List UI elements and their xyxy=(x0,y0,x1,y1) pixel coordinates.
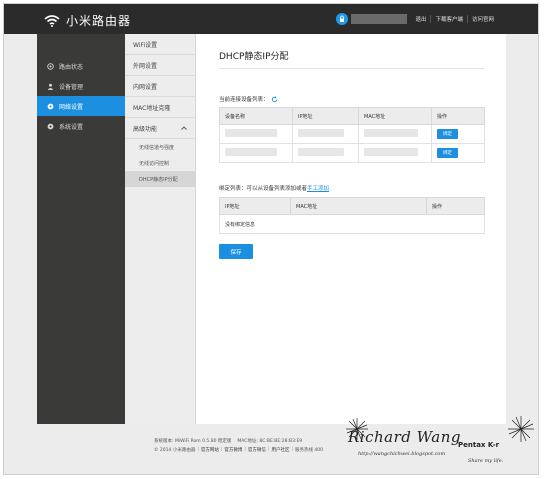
mac-address: MAC地址: 8C:BE:BE:28:B3:E9 xyxy=(237,438,303,444)
service-hotline: 服务热线 400 xyxy=(294,447,324,453)
submenu-item-mac-clone[interactable]: MAC地址克隆 xyxy=(125,97,195,118)
table-row: 绑定 xyxy=(219,143,485,163)
main-content: DHCP静态IP分配 当前连接设备列表： 设备名称 IP地址 MAC地址 操作 xyxy=(196,34,506,424)
connected-devices-label: 当前连接设备列表： xyxy=(219,95,278,103)
browser-viewport: 小米路由器 退出 下载客户端 访问官网 路由状态 设备管理 网络设置 系统设置 … xyxy=(3,3,539,475)
user-area: 退出 下载客户端 访问官网 xyxy=(336,13,498,25)
router-logo[interactable]: 小米路由器 xyxy=(44,12,131,29)
column-header-action: 操作 xyxy=(426,197,485,215)
device-name-redacted xyxy=(219,143,293,163)
manual-add-link[interactable]: 手工添加 xyxy=(307,184,329,192)
column-header-ip: IP地址 xyxy=(219,197,291,215)
empty-bound-message: 没有绑定信息 xyxy=(219,214,485,234)
photographer-watermark: Richard Wang http://wangchichwei.blogspo… xyxy=(340,414,538,474)
sidebar-item-router-status[interactable]: 路由状态 xyxy=(37,56,125,76)
submenu-item-wireless-access-control[interactable]: 无线访问控制 xyxy=(125,155,195,171)
user-icon xyxy=(47,83,54,90)
logout-link[interactable]: 退出 xyxy=(411,15,430,23)
starburst-icon xyxy=(508,416,534,442)
submenu-item-wireless-channel[interactable]: 无线信道与强度 xyxy=(125,139,195,155)
footer-link-official-site[interactable]: 官方网站 xyxy=(201,447,219,453)
device-ip-redacted xyxy=(292,143,359,163)
submenu-group-label: 高级功能 xyxy=(133,125,158,133)
footer-link-community[interactable]: 用户社区 xyxy=(271,447,289,453)
bound-list-label: 绑定列表：可以从设备列表添加或者 手工添加 xyxy=(219,184,329,192)
firmware-version: 系统版本: MiWiFi Rom 0.5.80 稳定版 xyxy=(154,438,232,444)
watermark-name: Richard Wang xyxy=(348,428,461,446)
device-mac-redacted xyxy=(358,124,432,144)
submenu-item-wan-settings[interactable]: 外网设置 xyxy=(125,55,195,76)
footer-link-weibo[interactable]: 官方微博 xyxy=(224,447,242,453)
gear-icon xyxy=(47,103,54,109)
action-cell: 绑定 xyxy=(431,143,485,163)
sidebar-item-label: 网络设置 xyxy=(59,103,84,111)
submenu-item-wifi-settings[interactable]: WiFi设置 xyxy=(125,34,195,55)
official-site-link[interactable]: 访问官网 xyxy=(466,15,498,23)
username-redacted xyxy=(351,14,408,24)
bind-button[interactable]: 绑定 xyxy=(437,148,458,158)
sidebar-item-label: 系统设置 xyxy=(59,123,84,131)
network-submenu: WiFi设置 外网设置 内网设置 MAC地址克隆 高级功能 无线信道与强度 无线… xyxy=(125,34,196,424)
action-cell: 绑定 xyxy=(431,124,485,144)
sidebar-item-label: 设备管理 xyxy=(59,83,84,91)
submenu-item-dhcp-static-ip[interactable]: DHCP静态IP分配 xyxy=(125,171,195,187)
top-bar: 小米路由器 退出 下载客户端 访问官网 xyxy=(4,4,538,34)
submenu-item-lan-settings[interactable]: 内网设置 xyxy=(125,76,195,97)
brand-name: 小米路由器 xyxy=(66,14,132,28)
bound-list-table: IP地址 MAC地址 操作 没有绑定信息 xyxy=(219,197,485,234)
sidebar-item-device-management[interactable]: 设备管理 xyxy=(37,76,125,96)
footer-link-wechat[interactable]: 官方微信 xyxy=(248,447,266,453)
lock-icon xyxy=(340,15,345,22)
column-header-ip: IP地址 xyxy=(292,107,359,125)
table-header-row: 设备名称 IP地址 MAC地址 操作 xyxy=(219,107,485,125)
column-header-mac: MAC地址 xyxy=(358,107,432,125)
watermark-url: http://wangchichwei.blogspot.com xyxy=(358,451,446,457)
column-header-mac: MAC地址 xyxy=(290,197,427,215)
bind-button[interactable]: 绑定 xyxy=(437,129,458,139)
watermark-camera: Pentax K-r xyxy=(458,441,500,449)
gear-icon xyxy=(47,123,54,129)
watermark-tagline: Share my life. xyxy=(468,458,504,464)
connected-devices-label-text: 当前连接设备列表： xyxy=(219,97,269,103)
device-name-redacted xyxy=(219,124,293,144)
refresh-icon[interactable] xyxy=(271,95,278,103)
download-client-link[interactable]: 下载客户端 xyxy=(430,15,467,23)
connected-devices-table: 设备名称 IP地址 MAC地址 操作 绑定 绑定 xyxy=(219,107,485,163)
status-icon xyxy=(47,62,54,70)
table-row: 绑定 xyxy=(219,124,485,144)
save-button[interactable]: 保存 xyxy=(219,244,253,259)
submenu-group-advanced[interactable]: 高级功能 xyxy=(125,118,195,139)
wifi-logo-icon xyxy=(44,14,60,27)
table-header-row: IP地址 MAC地址 操作 xyxy=(219,197,485,215)
device-mac-redacted xyxy=(358,143,432,163)
title-divider xyxy=(219,68,484,69)
user-avatar-icon[interactable] xyxy=(336,13,349,25)
sidebar-item-label: 路由状态 xyxy=(59,63,84,71)
sidebar-item-network-settings[interactable]: 网络设置 xyxy=(37,96,125,116)
copyright: © 2014 小米路由器 xyxy=(154,447,196,453)
sidebar-item-system-settings[interactable]: 系统设置 xyxy=(37,116,125,136)
bound-list-label-text: 绑定列表：可以从设备列表添加或者 xyxy=(219,186,308,192)
chevron-up-icon xyxy=(181,126,187,130)
device-ip-redacted xyxy=(292,124,359,144)
page-title: DHCP静态IP分配 xyxy=(219,52,289,62)
sidebar: 路由状态 设备管理 网络设置 系统设置 xyxy=(37,34,125,424)
table-row: 没有绑定信息 xyxy=(219,214,485,234)
column-header-action: 操作 xyxy=(431,107,485,125)
column-header-device-name: 设备名称 xyxy=(219,107,293,125)
